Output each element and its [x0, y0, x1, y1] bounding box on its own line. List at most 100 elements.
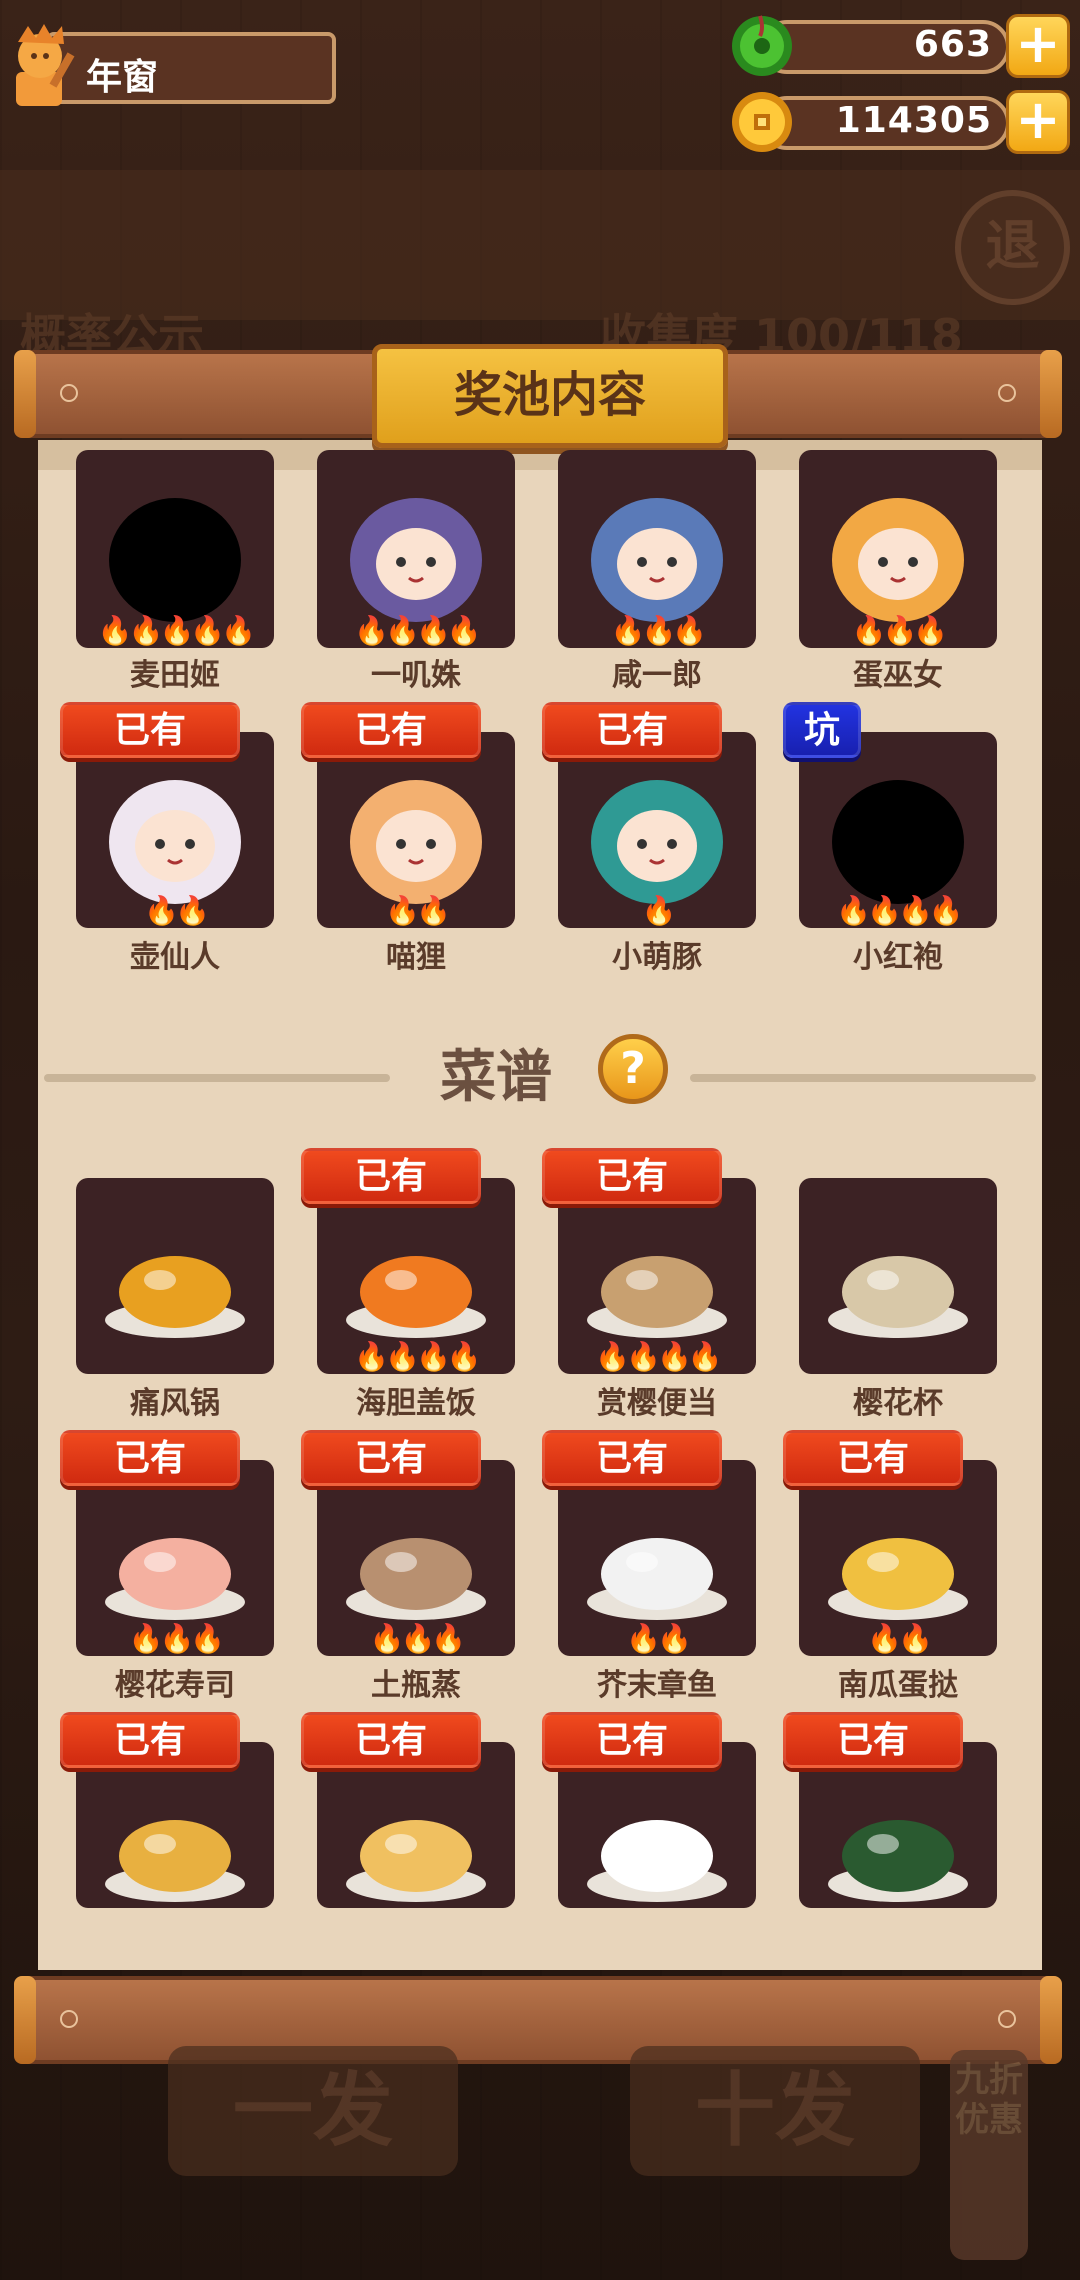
character-portrait-icon	[109, 780, 241, 904]
jade-currency: 663 +	[730, 14, 1070, 78]
owned-badge: 已有	[542, 1430, 722, 1486]
recipe-name: 樱花寿司	[115, 1668, 235, 1703]
pit-badge: 坑	[783, 702, 861, 758]
dish-icon	[828, 1538, 968, 1620]
add-coin-button[interactable]: +	[1006, 90, 1070, 154]
recipe-card[interactable]	[799, 1178, 997, 1374]
character-portrait-icon	[591, 780, 723, 904]
recipe-card[interactable]: 🔥🔥🔥	[76, 1460, 274, 1656]
coin-currency: 114305 +	[730, 90, 1070, 154]
rarity-fires: 🔥🔥🔥🔥🔥	[97, 614, 256, 647]
character-card[interactable]: 🔥🔥🔥🔥	[317, 450, 515, 648]
character-portrait-icon	[350, 498, 482, 622]
owned-badge: 已有	[60, 1712, 240, 1768]
background-ornament-band	[0, 170, 1080, 320]
recipe-name: 南瓜蛋挞	[838, 1668, 958, 1703]
dish-icon	[828, 1256, 968, 1338]
dish-icon	[105, 1256, 245, 1338]
panel-title: 奖池内容	[453, 367, 646, 423]
recipe-card[interactable]: 🔥🔥	[799, 1460, 997, 1656]
panel-title-plate: 奖池内容	[372, 344, 728, 448]
rarity-fires: 🔥🔥	[867, 1622, 933, 1655]
rivet-icon	[998, 384, 1016, 402]
rivet-icon	[60, 384, 78, 402]
rarity-fires: 🔥🔥🔥🔥	[354, 614, 481, 647]
character-portrait-icon	[109, 498, 241, 622]
owned-badge: 已有	[542, 1712, 722, 1768]
player-plate[interactable]: 年窗	[6, 22, 336, 114]
recipe-name: 芥末章鱼	[597, 1668, 717, 1703]
dish-icon	[346, 1538, 486, 1620]
dish-icon	[587, 1538, 727, 1620]
recipe-name: 赏樱便当	[597, 1386, 717, 1421]
owned-badge: 已有	[783, 1712, 963, 1768]
rarity-fires: 🔥🔥🔥	[851, 614, 949, 647]
rivet-icon	[60, 2010, 78, 2028]
dish-icon	[346, 1256, 486, 1338]
rarity-fires: 🔥🔥🔥🔥	[595, 1340, 722, 1373]
jade-value: 663	[913, 24, 992, 65]
character-card[interactable]: 🔥🔥🔥🔥🔥	[76, 450, 274, 648]
character-card[interactable]: 🔥🔥🔥	[558, 450, 756, 648]
character-name: 喵狸	[386, 940, 446, 975]
rarity-fires: 🔥🔥🔥	[128, 1622, 226, 1655]
gold-coin-icon	[732, 92, 792, 152]
dish-icon	[828, 1820, 968, 1902]
character-card[interactable]: 🔥🔥🔥🔥	[799, 732, 997, 928]
rarity-fires: 🔥🔥🔥🔥	[836, 894, 963, 927]
rarity-fires: 🔥🔥🔥	[369, 1622, 467, 1655]
player-avatar-icon	[16, 24, 75, 106]
rarity-fires: 🔥🔥🔥	[610, 614, 708, 647]
recipe-card[interactable]: 🔥🔥	[558, 1460, 756, 1656]
owned-badge: 已有	[783, 1430, 963, 1486]
owned-badge: 已有	[60, 702, 240, 758]
recipe-name: 海胆盖饭	[356, 1386, 476, 1421]
character-portrait-icon	[350, 780, 482, 904]
coin-value: 114305	[835, 100, 992, 141]
rarity-fires: 🔥	[641, 894, 677, 927]
player-name: 年窗	[86, 57, 159, 98]
recipes-title: 菜谱	[440, 1045, 552, 1110]
owned-badge: 已有	[542, 702, 722, 758]
character-card[interactable]: 🔥🔥	[76, 732, 274, 928]
owned-badge: 已有	[542, 1148, 722, 1204]
owned-badge: 已有	[301, 1712, 481, 1768]
recipe-card[interactable]: 🔥🔥🔥🔥	[558, 1178, 756, 1374]
divider-right	[690, 1074, 1036, 1082]
rarity-fires: 🔥🔥🔥🔥	[354, 1340, 481, 1373]
dish-icon	[587, 1256, 727, 1338]
character-name: 麦田姬	[130, 658, 220, 693]
rarity-fires: 🔥🔥	[385, 894, 451, 927]
character-name: 壶仙人	[130, 940, 220, 975]
recipe-card[interactable]	[76, 1178, 274, 1374]
character-name: 一叽姝	[371, 658, 461, 693]
character-portrait-icon	[832, 780, 964, 904]
dish-icon	[346, 1820, 486, 1902]
rarity-fires: 🔥🔥	[626, 1622, 692, 1655]
recipe-name: 土瓶蒸	[371, 1668, 461, 1703]
exit-button[interactable]: 退	[955, 190, 1070, 305]
draw-once-button[interactable]: 一发	[168, 2046, 458, 2176]
character-card[interactable]: 🔥🔥	[317, 732, 515, 928]
recipe-name: 痛风锅	[130, 1386, 220, 1421]
character-card[interactable]: 🔥🔥🔥	[799, 450, 997, 648]
recipe-name: 樱花杯	[853, 1386, 943, 1421]
owned-badge: 已有	[301, 1148, 481, 1204]
owned-badge: 已有	[301, 1430, 481, 1486]
rivet-icon	[998, 2010, 1016, 2028]
character-portrait-icon	[832, 498, 964, 622]
divider-left	[44, 1074, 390, 1082]
character-portrait-icon	[591, 498, 723, 622]
draw-ten-button[interactable]: 十发	[630, 2046, 920, 2176]
character-card[interactable]: 🔥	[558, 732, 756, 928]
owned-badge: 已有	[301, 702, 481, 758]
add-jade-button[interactable]: +	[1006, 14, 1070, 78]
jade-coin-icon	[732, 15, 792, 76]
discount-tag: 九折优惠	[950, 2050, 1028, 2260]
recipe-card[interactable]: 🔥🔥🔥	[317, 1460, 515, 1656]
character-name: 小萌豚	[612, 940, 702, 975]
dish-icon	[105, 1820, 245, 1902]
help-button[interactable]: ?	[598, 1034, 668, 1104]
character-name: 蛋巫女	[853, 658, 943, 693]
recipe-card[interactable]: 🔥🔥🔥🔥	[317, 1178, 515, 1374]
